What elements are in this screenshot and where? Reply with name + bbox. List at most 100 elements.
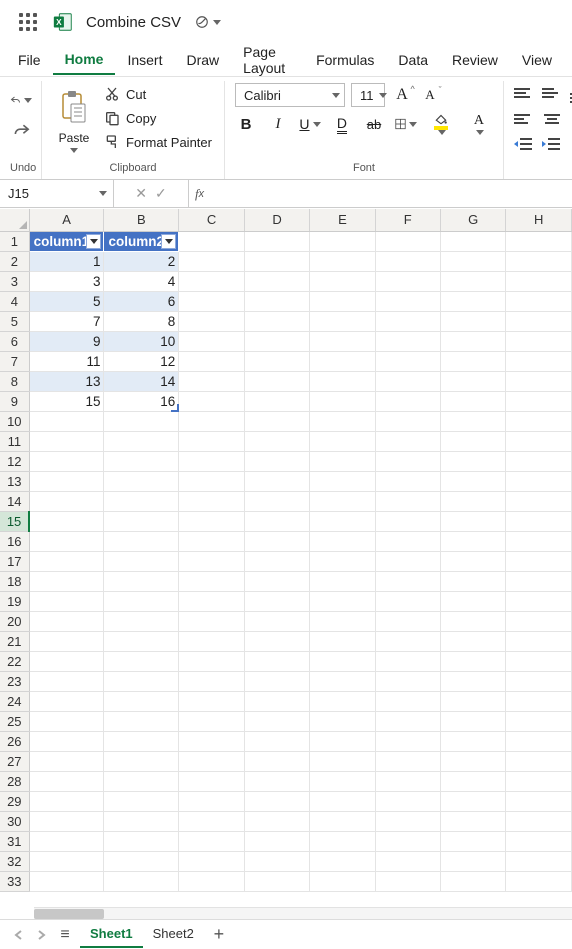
row-header[interactable]: 10 xyxy=(0,411,29,431)
cell[interactable] xyxy=(506,231,572,251)
cell[interactable] xyxy=(244,731,309,751)
cell[interactable] xyxy=(29,591,104,611)
cell[interactable] xyxy=(179,251,244,271)
cell[interactable] xyxy=(179,751,244,771)
cell[interactable] xyxy=(244,431,309,451)
cell[interactable] xyxy=(179,811,244,831)
column-header[interactable]: F xyxy=(375,209,440,231)
row-header[interactable]: 1 xyxy=(0,231,29,251)
cell[interactable] xyxy=(179,311,244,331)
cell[interactable] xyxy=(440,851,506,871)
cell[interactable] xyxy=(310,231,375,251)
cell[interactable] xyxy=(244,851,309,871)
cell[interactable] xyxy=(375,791,440,811)
cell[interactable]: 11 xyxy=(29,351,104,371)
scrollbar-thumb[interactable] xyxy=(34,909,104,919)
cell[interactable] xyxy=(310,771,375,791)
cell[interactable] xyxy=(310,571,375,591)
row-header[interactable]: 21 xyxy=(0,631,29,651)
document-title[interactable]: Combine CSV xyxy=(86,14,181,31)
cell[interactable] xyxy=(244,551,309,571)
cell[interactable] xyxy=(104,871,179,891)
cell[interactable] xyxy=(179,591,244,611)
add-sheet-button[interactable]: + xyxy=(208,924,230,946)
cell[interactable] xyxy=(440,391,506,411)
cell[interactable] xyxy=(179,511,244,531)
cell[interactable] xyxy=(506,351,572,371)
cell[interactable] xyxy=(440,551,506,571)
cell[interactable] xyxy=(29,691,104,711)
cell[interactable] xyxy=(440,231,506,251)
formula-bar-input[interactable] xyxy=(210,180,572,207)
cell[interactable] xyxy=(375,591,440,611)
cell[interactable]: 10 xyxy=(104,331,179,351)
cell[interactable] xyxy=(104,851,179,871)
cell[interactable] xyxy=(440,731,506,751)
cell[interactable] xyxy=(310,831,375,851)
cell[interactable] xyxy=(310,631,375,651)
cell[interactable] xyxy=(244,251,309,271)
cell[interactable] xyxy=(244,831,309,851)
cell[interactable] xyxy=(375,391,440,411)
cell[interactable] xyxy=(506,751,572,771)
tab-insert[interactable]: Insert xyxy=(115,46,174,74)
cell[interactable] xyxy=(104,831,179,851)
cell[interactable] xyxy=(104,451,179,471)
cell[interactable] xyxy=(506,491,572,511)
name-box[interactable]: J15 xyxy=(0,180,114,207)
cell[interactable]: 4 xyxy=(104,271,179,291)
cell[interactable] xyxy=(440,611,506,631)
cell[interactable] xyxy=(375,771,440,791)
cell[interactable] xyxy=(244,591,309,611)
cell[interactable] xyxy=(179,331,244,351)
cell[interactable] xyxy=(244,751,309,771)
cell[interactable] xyxy=(104,671,179,691)
cell[interactable] xyxy=(440,451,506,471)
filter-dropdown-icon[interactable] xyxy=(86,234,101,249)
cell[interactable] xyxy=(29,871,104,891)
cell[interactable] xyxy=(244,411,309,431)
row-header[interactable]: 19 xyxy=(0,591,29,611)
cell[interactable] xyxy=(179,631,244,651)
cell[interactable] xyxy=(506,391,572,411)
cell[interactable] xyxy=(375,831,440,851)
cell[interactable] xyxy=(310,751,375,771)
cell[interactable]: 8 xyxy=(104,311,179,331)
cell[interactable] xyxy=(179,651,244,671)
cell[interactable] xyxy=(375,871,440,891)
cell[interactable]: 9 xyxy=(29,331,104,351)
cell[interactable]: 3 xyxy=(29,271,104,291)
cell[interactable] xyxy=(440,591,506,611)
row-header[interactable]: 5 xyxy=(0,311,29,331)
cell[interactable] xyxy=(29,671,104,691)
cell[interactable] xyxy=(104,631,179,651)
row-header[interactable]: 8 xyxy=(0,371,29,391)
cell[interactable] xyxy=(506,771,572,791)
cell[interactable] xyxy=(29,731,104,751)
cell[interactable] xyxy=(375,411,440,431)
align-center-button[interactable] xyxy=(542,109,562,129)
undo-button[interactable] xyxy=(10,89,32,111)
cell[interactable] xyxy=(440,331,506,351)
row-header[interactable]: 11 xyxy=(0,431,29,451)
cell[interactable] xyxy=(375,711,440,731)
cell[interactable] xyxy=(244,611,309,631)
cell[interactable] xyxy=(506,291,572,311)
paste-dropdown[interactable] xyxy=(70,145,78,156)
cell[interactable] xyxy=(506,611,572,631)
cell[interactable] xyxy=(244,811,309,831)
grow-font-button[interactable]: A^ xyxy=(391,84,413,106)
row-header[interactable]: 30 xyxy=(0,811,29,831)
underline-button[interactable]: U xyxy=(299,113,321,135)
cell[interactable]: 12 xyxy=(104,351,179,371)
cell[interactable] xyxy=(506,651,572,671)
cell[interactable] xyxy=(179,711,244,731)
cell[interactable] xyxy=(310,371,375,391)
cell[interactable] xyxy=(506,411,572,431)
cell[interactable] xyxy=(104,771,179,791)
cell[interactable] xyxy=(375,251,440,271)
sheet-tab[interactable]: Sheet2 xyxy=(143,922,204,948)
cell[interactable] xyxy=(310,451,375,471)
cell[interactable] xyxy=(179,271,244,291)
cell[interactable] xyxy=(179,851,244,871)
